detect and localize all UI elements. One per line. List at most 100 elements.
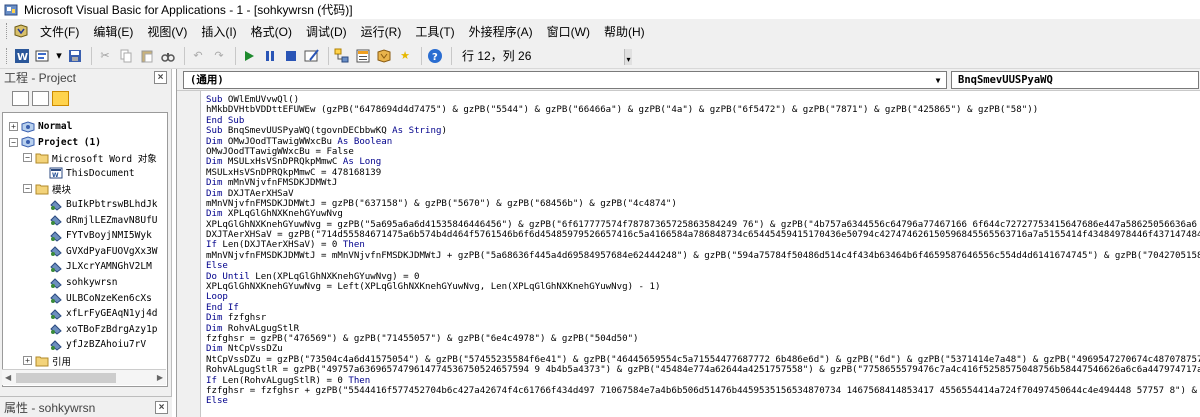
toolbox-icon[interactable]: ★	[396, 47, 414, 65]
cut-icon[interactable]: ✂	[96, 47, 114, 65]
project-tree[interactable]: + Normal − Project (1) − Microsoft Word 对象 W Th…	[2, 112, 168, 387]
code-line[interactable]: Dim RohvALgugStlR	[206, 324, 1200, 334]
vba-menu-icon[interactable]	[13, 24, 29, 38]
menu-item[interactable]: 格式(O)	[251, 23, 292, 40]
tree-node[interactable]: xfLrFyGEAqN1yj4d	[37, 306, 158, 321]
code-line[interactable]: Dim MSULxHsVSnDPRQkpMmwC As Long	[206, 157, 1200, 167]
code-line[interactable]: fzfghsr = fzfghsr + gzPB("5544416f577452…	[206, 386, 1200, 396]
find-icon[interactable]	[159, 47, 177, 65]
code-line[interactable]: End Sub	[206, 116, 1200, 126]
code-line[interactable]: Dim mMnVNjvfnFMSDKJDMWtJ	[206, 178, 1200, 188]
tree-node[interactable]: − Microsoft Word 对象	[23, 150, 157, 165]
scroll-right-icon[interactable]: ▶	[157, 373, 163, 382]
tree-horizontal-scrollbar[interactable]: ◀ ▶	[2, 369, 166, 385]
tree-node[interactable]: + Normal	[9, 119, 72, 134]
tree-node[interactable]: − Project (1)	[9, 135, 101, 150]
code-line[interactable]: RohvALgugStlR = gzPB("49757a636965747961…	[206, 365, 1200, 375]
code-line[interactable]: NtCpVssDZu = gzPB("73504c4a6d41575054") …	[206, 355, 1200, 365]
object-browser-icon[interactable]	[375, 47, 393, 65]
toolbar-options-chevron-icon[interactable]: ▾	[624, 49, 632, 65]
collapse-icon[interactable]: −	[23, 153, 32, 163]
view-code-icon[interactable]	[12, 90, 29, 106]
save-icon[interactable]	[66, 47, 84, 65]
properties-icon[interactable]	[354, 47, 372, 65]
code-line[interactable]: Dim DXJTAerXHSaV	[206, 189, 1200, 199]
code-line[interactable]: Loop	[206, 292, 1200, 302]
tree-node[interactable]: yfJzBZAhoiu7rV	[37, 337, 146, 352]
toggle-folders-icon[interactable]	[52, 90, 69, 106]
collapse-icon[interactable]: −	[23, 184, 32, 194]
code-line[interactable]: Do Until Len(XPLqGlGhNXKnehGYuwNvg) = 0	[206, 272, 1200, 282]
break-icon[interactable]	[261, 47, 279, 65]
code-line[interactable]: DXJTAerXHSaV = gzPB("714d55584671475a6b5…	[206, 230, 1200, 240]
menu-item[interactable]: 文件(F)	[40, 23, 79, 40]
object-combo[interactable]: (通用) ▼	[183, 70, 947, 89]
code-line[interactable]: Sub OWlEmUVvwQl()	[206, 95, 1200, 105]
tree-node[interactable]: + 引用	[23, 353, 71, 368]
code-lines[interactable]: Sub OWlEmUVvwQl() hMkbDVHtbVDDttEFUWEw (g…	[206, 95, 1200, 407]
code-line[interactable]: XPLqGlGhNXKnehGYuwNvg = gzPB("5a695a6a6d…	[206, 220, 1200, 230]
redo-icon[interactable]: ↷	[210, 47, 228, 65]
menu-item[interactable]: 帮助(H)	[604, 23, 645, 40]
tree-node[interactable]: ULBCoNzeKen6cXs	[37, 291, 152, 306]
tree-node[interactable]: JLXcrYAMNGhV2LM	[37, 259, 152, 274]
code-margin[interactable]	[177, 91, 201, 417]
project-explorer-icon[interactable]	[333, 47, 351, 65]
menu-item[interactable]: 运行(R)	[361, 23, 402, 40]
code-line[interactable]: Dim OMwJOodTTawigWWxcBu As Boolean	[206, 137, 1200, 147]
menu-item[interactable]: 插入(I)	[201, 23, 236, 40]
code-editor[interactable]: Sub OWlEmUVvwQl() hMkbDVHtbVDDttEFUWEw (g…	[177, 91, 1200, 417]
collapse-icon[interactable]: −	[9, 137, 18, 147]
menu-item[interactable]: 编辑(E)	[93, 23, 133, 40]
code-line[interactable]: Sub BnqSmevUUSPyaWQ(tgovnDECbbwKQ As Str…	[206, 126, 1200, 136]
code-line[interactable]: Dim XPLqGlGhNXKnehGYuwNvg	[206, 209, 1200, 219]
tree-node[interactable]: BuIkPbtrswBLhdJk	[37, 197, 158, 212]
tree-node[interactable]: W ThisDocument	[37, 166, 135, 181]
code-line[interactable]: MSULxHsVSnDPRQkpMmwC = 478168139	[206, 168, 1200, 178]
scroll-thumb[interactable]	[16, 373, 116, 383]
scroll-left-icon[interactable]: ◀	[5, 373, 11, 382]
tree-node[interactable]: dRmjlLEZmavN8UfU	[37, 213, 158, 228]
insert-dropdown-icon[interactable]: ▾	[55, 47, 63, 65]
paste-icon[interactable]	[138, 47, 156, 65]
code-line[interactable]: Dim NtCpVssDZu	[206, 344, 1200, 354]
insert-module-icon[interactable]	[34, 47, 52, 65]
tree-node[interactable]: GVXdPyaFUOVgXx3W	[37, 244, 158, 259]
close-icon[interactable]: ×	[154, 71, 167, 84]
chevron-down-icon[interactable]: ▼	[932, 75, 944, 86]
tree-node[interactable]: xoTBoFzBdrgAzy1p	[37, 322, 158, 337]
menu-item[interactable]: 窗口(W)	[547, 23, 590, 40]
copy-icon[interactable]	[117, 47, 135, 65]
design-mode-icon[interactable]	[303, 47, 321, 65]
code-line[interactable]: Else	[206, 396, 1200, 406]
close-icon[interactable]: ×	[155, 400, 168, 414]
word-icon[interactable]: W	[13, 47, 31, 65]
run-icon[interactable]	[240, 47, 258, 65]
code-line[interactable]: XPLqGlGhNXKnehGYuwNvg = Left(XPLqGlGhNXK…	[206, 282, 1200, 292]
procedure-combo[interactable]: BnqSmevUUSPyaWQ ▼	[951, 70, 1199, 89]
code-line[interactable]: End If	[206, 303, 1200, 313]
code-line[interactable]: hMkbDVHtbVDDttEFUWEw (gzPB("6478694d4d74…	[206, 105, 1200, 115]
menu-item[interactable]: 工具(T)	[415, 23, 454, 40]
code-line[interactable]: Else	[206, 261, 1200, 271]
reset-icon[interactable]	[282, 47, 300, 65]
code-line[interactable]: OMwJOodTTawigWWxcBu = False	[206, 147, 1200, 157]
code-line[interactable]: If Len(DXJTAerXHSaV) = 0 Then	[206, 240, 1200, 250]
code-line[interactable]: Dim fzfghsr	[206, 313, 1200, 323]
tree-node[interactable]: − 模块	[23, 181, 71, 196]
expand-icon[interactable]: +	[9, 122, 18, 131]
code-line[interactable]: mMnVNjvfnFMSDKJDMWtJ = gzPB("637158") & …	[206, 199, 1200, 209]
tree-node[interactable]: sohkywrsn	[37, 275, 117, 290]
code-line[interactable]: If Len(RohvALgugStlR) = 0 Then	[206, 376, 1200, 386]
menu-item[interactable]: 外接程序(A)	[469, 23, 533, 40]
menu-item[interactable]: 调试(D)	[306, 23, 347, 40]
code-line[interactable]: mMnVNjvfnFMSDKJDMWtJ = mMnVNjvfnFMSDKJDM…	[206, 251, 1200, 261]
help-icon[interactable]: ?	[426, 47, 444, 65]
tree-node[interactable]: FYTvBoyjNMI5Wyk	[37, 228, 152, 243]
undo-icon[interactable]: ↶	[189, 47, 207, 65]
view-object-icon[interactable]	[32, 90, 49, 106]
toolbar-grip[interactable]	[6, 47, 9, 64]
expand-icon[interactable]: +	[23, 356, 32, 365]
toolbar-grip[interactable]	[6, 23, 9, 39]
menu-item[interactable]: 视图(V)	[147, 23, 187, 40]
